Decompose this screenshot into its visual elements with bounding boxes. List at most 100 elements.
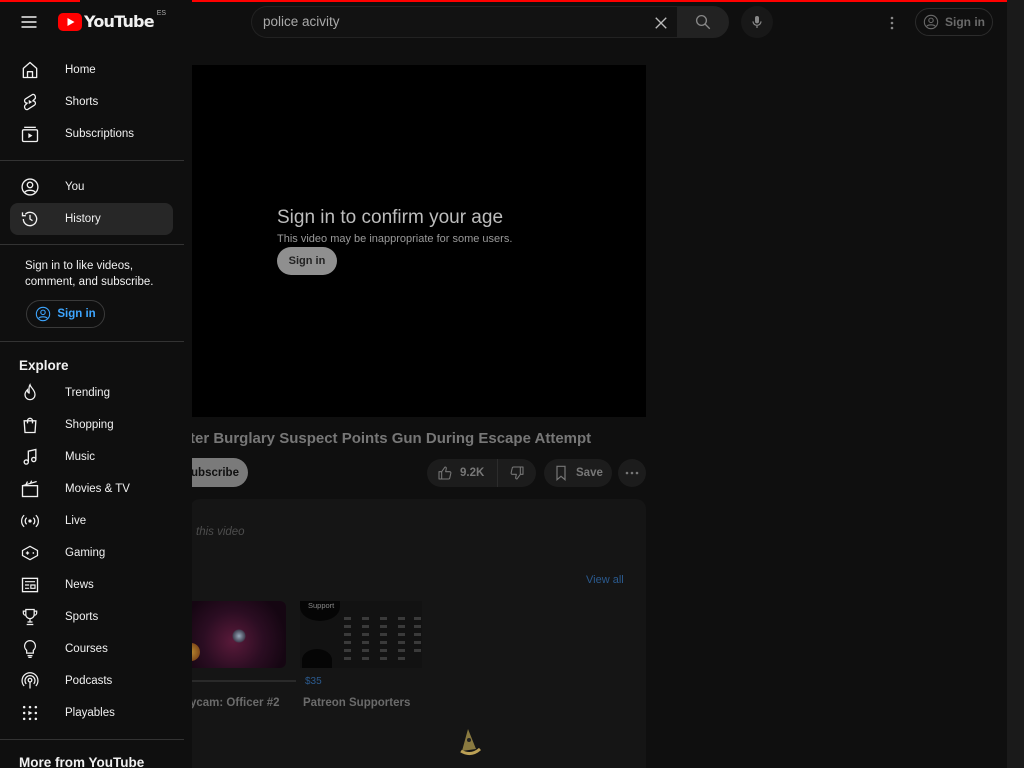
sidebar-item-label: Shopping <box>65 419 114 431</box>
shorts-icon <box>18 92 42 112</box>
related-video-title[interactable]: ycam: Officer #2 <box>190 697 280 709</box>
thumbs-up-icon <box>437 465 453 481</box>
microphone-icon <box>749 14 765 30</box>
sidebar-item-home[interactable]: Home <box>10 54 173 86</box>
youtube-wordmark: YouTube <box>84 12 155 31</box>
sidebar-item-label: History <box>65 213 101 225</box>
sidebar-item-label: Podcasts <box>65 675 113 687</box>
header-sign-in-button[interactable]: Sign in <box>915 8 993 36</box>
drawer-sign-in-label: Sign in <box>57 308 96 320</box>
patreon-title[interactable]: Patreon Supporters <box>303 697 410 709</box>
voice-search-button[interactable] <box>741 6 773 38</box>
sidebar-item-gaming[interactable]: Gaming <box>10 537 173 569</box>
sidebar-item-news[interactable]: News <box>10 569 173 601</box>
playables-icon <box>18 703 42 723</box>
sidebar-item-sports[interactable]: Sports <box>10 601 173 633</box>
courses-icon <box>18 639 42 659</box>
sidebar-item-subscriptions[interactable]: Subscriptions <box>10 118 173 150</box>
podcasts-icon <box>18 671 42 691</box>
account-circle-icon <box>35 306 51 322</box>
sidebar-item-courses[interactable]: Courses <box>10 633 173 665</box>
sidebar-item-you[interactable]: You <box>10 171 173 203</box>
account-icon <box>18 177 42 197</box>
sidebar-item-music[interactable]: Music <box>10 441 173 473</box>
search-button[interactable] <box>677 6 729 38</box>
menu-icon[interactable] <box>19 12 39 32</box>
sidebar-item-label: Playables <box>65 707 115 719</box>
bookmark-icon <box>554 465 568 481</box>
header-sign-in-label: Sign in <box>945 15 985 29</box>
youtube-logo[interactable]: YouTube ES <box>58 10 167 31</box>
sidebar-item-label: Shorts <box>65 96 99 108</box>
sidebar-item-label: Gaming <box>65 547 106 559</box>
supporter-price: $35 <box>305 676 322 687</box>
sign-in-prompt: Sign in to like videos, comment, and sub… <box>25 260 154 288</box>
youtube-play-icon <box>58 12 82 31</box>
drawer-divider <box>0 244 184 245</box>
patreon-thumbnail[interactable]: Support <box>300 601 422 668</box>
sports-icon <box>18 607 42 627</box>
sidebar-item-label: Music <box>65 451 96 463</box>
gaming-icon <box>18 543 42 563</box>
more-horizontal-icon <box>624 470 640 476</box>
sidebar-item-shorts[interactable]: Shorts <box>10 86 173 118</box>
sidebar-item-label: Sports <box>65 611 99 623</box>
sidebar-item-label: Trending <box>65 387 110 399</box>
drawer-divider <box>0 341 184 342</box>
page-scrollbar[interactable] <box>1007 0 1024 768</box>
age-gate-title: Sign in to confirm your age <box>277 207 504 228</box>
sidebar-item-label: Subscriptions <box>65 128 135 140</box>
related-video-thumbnail[interactable] <box>190 601 286 668</box>
sidebar-item-label: You <box>65 181 85 193</box>
search-input[interactable]: police acivity <box>251 6 677 38</box>
movies-icon <box>18 479 42 499</box>
drawer-divider <box>0 160 184 161</box>
age-gate-subtitle: This video may be inappropriate for some… <box>277 233 513 245</box>
save-button[interactable]: Save <box>544 459 612 487</box>
history-icon <box>18 209 42 229</box>
save-label: Save <box>576 467 603 479</box>
music-icon <box>18 447 42 467</box>
live-icon <box>18 511 42 531</box>
like-button[interactable]: 9.2K <box>427 459 497 487</box>
account-circle-icon <box>923 14 939 30</box>
clear-search-icon[interactable] <box>652 14 670 32</box>
sidebar-item-podcasts[interactable]: Podcasts <box>10 665 173 697</box>
country-code: ES <box>156 10 167 17</box>
more-from-youtube-heading: More from YouTube <box>19 755 145 768</box>
explore-heading: Explore <box>19 358 69 373</box>
dislike-button[interactable] <box>497 459 536 487</box>
sidebar-item-label: Movies & TV <box>65 483 130 495</box>
trending-icon <box>18 383 42 403</box>
sidebar-item-label: Courses <box>65 643 108 655</box>
drawer-divider <box>0 739 184 740</box>
search-query: police acivity <box>263 14 340 29</box>
sidebar-item-trending[interactable]: Trending <box>10 377 173 409</box>
view-all-link[interactable]: View all <box>586 574 624 586</box>
home-icon <box>18 60 42 80</box>
sidebar-item-label: Home <box>65 64 96 76</box>
news-icon <box>18 575 42 595</box>
sidebar-item-history[interactable]: History <box>10 203 173 235</box>
more-actions-button[interactable] <box>618 459 646 487</box>
sidebar-item-live[interactable]: Live <box>10 505 173 537</box>
watch-progress-bar <box>190 680 296 682</box>
settings-kebab-icon[interactable] <box>884 14 900 32</box>
sticker-icon <box>458 727 484 757</box>
sidebar-item-label: News <box>65 579 94 591</box>
sidebar-item-shopping[interactable]: Shopping <box>10 409 173 441</box>
age-gate-sign-in-button[interactable]: Sign in <box>277 247 337 275</box>
like-count: 9.2K <box>460 467 485 479</box>
thumbs-down-icon <box>509 465 525 481</box>
thumbnail-caption: Support <box>308 601 335 610</box>
sidebar-item-playables[interactable]: Playables <box>10 697 173 729</box>
drawer-sign-in-button[interactable]: Sign in <box>26 300 105 328</box>
sidebar-item-label: Live <box>65 515 87 527</box>
guide-drawer: YouTube ES Home Shorts Subscriptions You… <box>0 0 192 768</box>
description-text: this video <box>196 526 245 538</box>
subscriptions-icon <box>18 124 42 144</box>
shopping-icon <box>18 415 42 435</box>
sidebar-item-movies[interactable]: Movies & TV <box>10 473 173 505</box>
video-title: ter Burglary Suspect Points Gun During E… <box>190 430 592 447</box>
search-icon <box>694 13 712 31</box>
